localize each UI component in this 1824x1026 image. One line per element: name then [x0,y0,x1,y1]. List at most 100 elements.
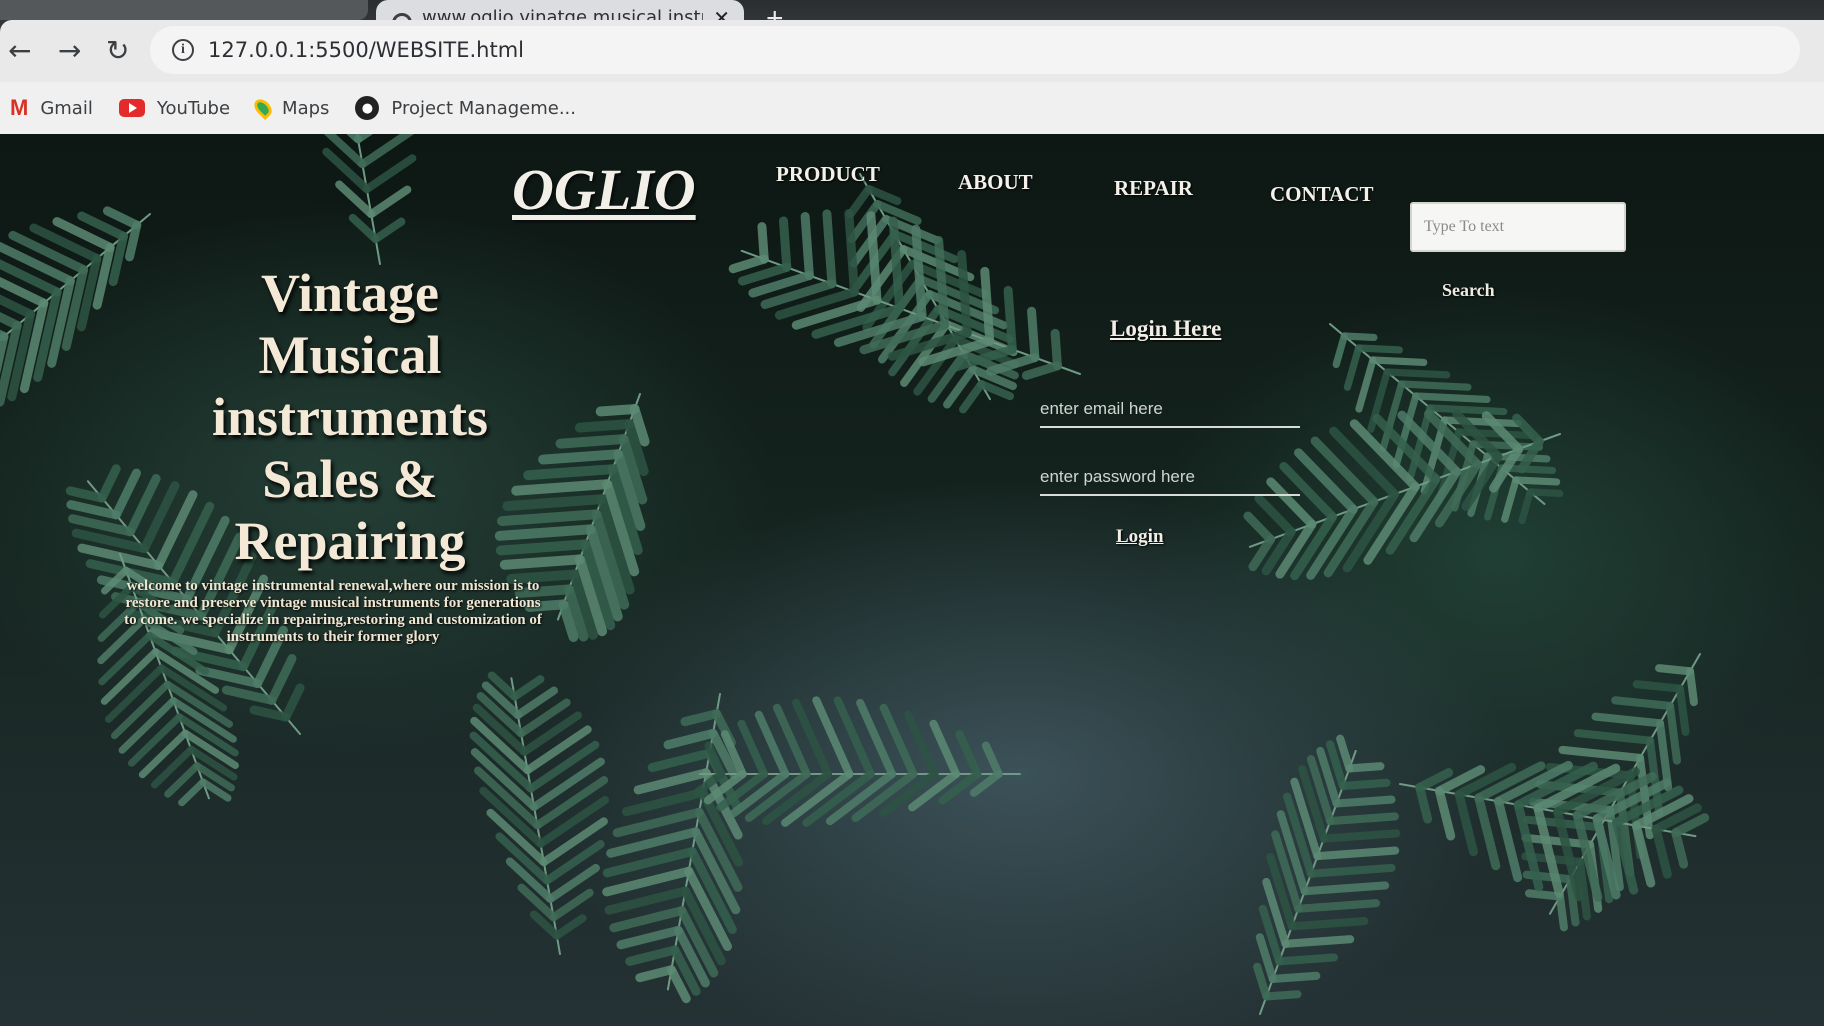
reload-icon[interactable]: ↻ [106,34,129,67]
palm-leaflet [647,748,715,773]
palm-leaflet [574,419,635,433]
palm-leaflet [1512,476,1561,486]
palm-leaflet [538,449,624,465]
palm-leaflet [1671,828,1689,869]
nav-about[interactable]: ABOUT [958,170,1033,195]
palm-leaflet [609,906,687,933]
hero-title: Vintage Musical instruments Sales & Repa… [160,262,540,572]
search-input[interactable] [1410,202,1626,252]
palm-leaflet [1355,356,1377,413]
palm-leaflet [1021,361,1062,380]
palm-leaflet [1412,392,1491,404]
palm-leaflet [552,914,587,940]
email-field[interactable] [1040,392,1300,428]
address-bar[interactable]: i 127.0.0.1:5500/WEBSITE.html [150,26,1800,74]
login-heading[interactable]: Login Here [1110,316,1221,342]
palm-leaflet [1340,332,1378,342]
forward-arrow-icon[interactable]: → [58,34,81,67]
palm-leaflet [604,886,690,915]
palm-leaflet [1294,899,1381,913]
palm-leaflet [822,209,837,289]
palm-leaflet [1493,796,1523,883]
project-icon: ● [355,96,380,120]
palm-leaflet [1268,971,1321,983]
palm-leaflet [1655,664,1695,676]
password-field[interactable] [1040,460,1300,496]
palm-leaflet [595,404,640,417]
palm-leaflet [1655,719,1673,792]
palm-leaflet [981,741,1003,779]
hero-title-line: Vintage [261,263,439,323]
palm-leaflet [523,725,592,775]
palm-leaflet [1651,824,1672,879]
palm-leaflet [362,154,417,194]
palm-leaflet [980,266,995,346]
hero-description: welcome to vintage instrumental renewal,… [124,578,542,645]
palm-leaflet [757,222,769,264]
palm-leaflet [621,787,708,817]
palm-leaflet [929,719,961,779]
back-arrow-icon[interactable]: ← [8,34,31,67]
palm-leaflet [1243,511,1276,544]
palm-leaflet [1262,990,1302,1001]
palm-leaflet [1310,436,1379,507]
palm-leaflet [1415,782,1433,824]
palm-leaflet [1501,476,1520,523]
palm-leaflet [371,217,406,244]
nav-product[interactable]: PRODUCT [776,162,880,187]
palm-leaflet [267,653,297,705]
palm-leaflet [1275,953,1339,966]
youtube-icon [118,99,145,117]
palm-leaflet [778,216,792,272]
palm-leaflet [1558,745,1645,762]
palm-leaflet [888,216,905,313]
palm-leaflet [1313,846,1400,861]
login-button[interactable]: Login [1116,526,1164,548]
palm-leaflet [1526,488,1564,498]
palm-leaflet [1632,680,1685,693]
palm-leaflet [367,185,412,219]
hero-title-line: Repairing [234,511,466,571]
palm-leaflet [866,211,882,305]
palm-leaflet [1294,448,1358,514]
palm-leaflet [1336,734,1354,773]
palm-leaflet [957,250,972,338]
url-text[interactable]: 127.0.0.1:5500/WEBSITE.html [208,38,524,62]
bookmark-youtube[interactable]: YouTube [118,98,230,119]
palm-leaflet [1253,962,1271,1001]
palm-leaflet [1440,416,1522,428]
palm-leaflet [737,262,792,286]
palm-leaflet [1397,380,1472,391]
palm-leaflet [1027,306,1040,363]
palm-leaflet [1319,829,1401,843]
palm-leaflet [846,184,873,219]
tab-inactive[interactable] [0,0,368,20]
webpage: OGLIO PRODUCT ABOUT REPAIR CONTACT Searc… [0,134,1824,1026]
palm-leaflet [523,464,618,481]
site-logo[interactable]: OGLIO [512,156,696,223]
palm-leaflet [1003,285,1017,354]
palm-leaflet [1281,935,1355,948]
nav-repair[interactable]: REPAIR [1114,176,1193,201]
palm-leaflet [1591,712,1665,728]
bookmark-label: Gmail [40,97,93,119]
palm-leaflet [526,740,600,793]
palm-leaflet [127,713,183,767]
palm-leaflet [555,434,629,449]
bookmark-label: Project Manageme... [391,97,577,119]
search-button[interactable]: Search [1442,280,1495,301]
site-info-icon[interactable]: i [172,39,194,61]
bookmark-gmail[interactable]: M Gmail [10,95,93,121]
palm-leaflet [97,464,121,503]
palm-leaflet [625,945,680,966]
palm-leaflet [1474,793,1501,871]
palm-leaflet [536,795,610,848]
palm-leaflet [102,206,142,230]
bookmark-maps[interactable]: Maps [251,95,329,121]
maps-icon [251,95,276,121]
bookmark-project[interactable]: ● Project Manageme... [355,96,576,120]
palm-leaflet [138,729,189,779]
palm-leaflet [1675,684,1690,736]
palm-leaflet [281,683,305,722]
nav-contact[interactable]: CONTACT [1270,182,1373,207]
